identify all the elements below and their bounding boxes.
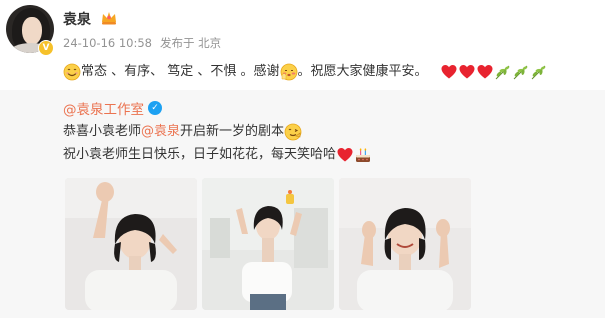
heart-emoji <box>477 65 493 79</box>
weibo-post: V 袁泉 24-10-16 10:58 发布于 北京 常态 、有序、 笃定 、不惧… <box>0 0 605 318</box>
shy-emoji <box>280 63 297 81</box>
post-timestamp[interactable]: 24-10-16 10:58 <box>63 36 152 50</box>
post-photo-3[interactable] <box>339 178 471 310</box>
retweet-author-name[interactable]: @袁泉工作室 <box>63 98 144 118</box>
verified-blue-icon: ✓ <box>148 101 162 115</box>
post-photo-2[interactable] <box>202 178 334 310</box>
retweet-text-line1: 恭喜小袁老师 @袁泉 开启新一岁的剧本 <box>63 123 302 141</box>
retweet-text-body: 祝小袁老师生日快乐，日子如花花，每天笑哈哈 <box>63 147 337 162</box>
leaf-emoji <box>495 65 509 80</box>
heart-emoji <box>337 148 353 162</box>
retweet-text-line2: 祝小袁老师生日快乐，日子如花花，每天笑哈哈 <box>63 146 372 164</box>
photo-1-illustration <box>65 178 197 310</box>
post-text-part2: 。祝愿大家健康平安。 <box>297 64 428 79</box>
vip-badge-icon: V <box>38 40 54 56</box>
leaf-emoji <box>513 65 527 80</box>
leaf-emoji <box>531 65 545 80</box>
post-location: 发布于 北京 <box>160 36 222 50</box>
crown-icon <box>102 12 116 25</box>
retweet-card[interactable]: @袁泉工作室 ✓ 恭喜小袁老师 @袁泉 开启新一岁的剧本 祝小袁老师生日快乐，日… <box>0 90 605 318</box>
heart-emoji <box>459 65 475 79</box>
photo-2-illustration <box>202 178 334 310</box>
retweet-text-suffix: 开启新一岁的剧本 <box>180 124 285 139</box>
photo-3-illustration <box>339 178 471 310</box>
post-text: 常态 、有序、 笃定 、不惧 。感谢 。祝愿大家健康平安。 <box>63 63 548 81</box>
post-meta: 24-10-16 10:58 发布于 北京 <box>63 35 221 51</box>
cake-emoji <box>356 148 371 162</box>
post-photo-1[interactable] <box>65 178 197 310</box>
retweet-text-prefix: 恭喜小袁老师 <box>63 124 142 139</box>
wink-emoji <box>284 123 302 141</box>
mention-link[interactable]: @袁泉 <box>141 123 180 141</box>
post-text-part1: 常态 、有序、 笃定 、不惧 。感谢 <box>81 64 280 79</box>
username[interactable]: 袁泉 <box>63 9 91 29</box>
retweet-author: @袁泉工作室 ✓ <box>63 98 162 118</box>
smile-emoji <box>63 63 81 81</box>
heart-emoji <box>441 65 457 79</box>
